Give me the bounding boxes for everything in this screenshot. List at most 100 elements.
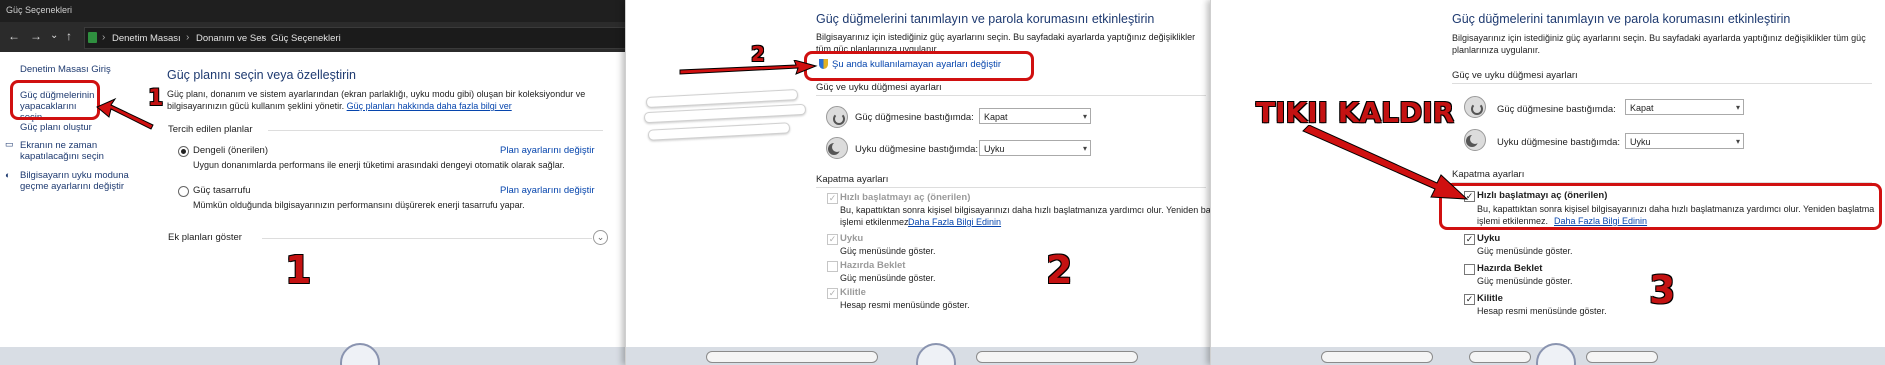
section-label-shutdown: Kapatma ayarları bbox=[816, 174, 889, 185]
page-title: Güç planını seçin veya özelleştirin bbox=[167, 68, 356, 82]
power-button-icon bbox=[1464, 96, 1486, 118]
fast-startup-desc-2: işlemi etkilenmez. bbox=[840, 217, 912, 227]
annotation-highlight-box bbox=[10, 80, 100, 120]
breadcrumb-control-panel[interactable]: Denetim Masası bbox=[112, 33, 181, 44]
radio-power-saver[interactable] bbox=[178, 186, 189, 197]
section-label-buttons: Güç ve uyku düğmesi ayarları bbox=[1452, 70, 1578, 81]
step-number: 2 bbox=[1046, 248, 1073, 292]
show-extra-plans[interactable]: Ek planları göster bbox=[168, 232, 242, 243]
sleep-option-title: Uyku bbox=[1477, 233, 1501, 244]
expand-chevron-icon[interactable]: ⌄ bbox=[593, 230, 608, 245]
divider bbox=[1452, 83, 1872, 84]
hibernate-option-title: Hazırda Beklet bbox=[1477, 263, 1543, 274]
hibernate-option-desc: Güç menüsünde göster. bbox=[1477, 276, 1573, 286]
hibernate-checkbox[interactable] bbox=[827, 261, 838, 272]
lock-option-title: Kilitle bbox=[1477, 293, 1503, 304]
hibernate-option-desc: Güç menüsünde göster. bbox=[840, 273, 936, 283]
taskbar-button bbox=[976, 351, 1138, 363]
step-badge: 1 bbox=[148, 86, 164, 111]
hibernate-checkbox[interactable] bbox=[1464, 264, 1475, 275]
dropdown-chevron-icon: ▾ bbox=[1735, 103, 1740, 112]
recent-locations-icon[interactable]: ⌄ bbox=[50, 30, 58, 42]
change-plan-power-saver-link[interactable]: Plan ayarlarını değiştir bbox=[500, 185, 595, 196]
learn-more-link[interactable]: Daha Fazla Bilgi Edinin bbox=[1554, 216, 1647, 228]
divider bbox=[816, 187, 1206, 188]
power-button-value: Kapat bbox=[984, 112, 1008, 122]
panel-system-settings: Güç düğmelerini tanımlayın ve parola kor… bbox=[625, 0, 1211, 365]
page-title: Güç düğmelerini tanımlayın ve parola kor… bbox=[816, 12, 1155, 26]
sleep-checkbox[interactable]: ✓ bbox=[827, 234, 838, 245]
back-arrow-icon[interactable]: ← bbox=[8, 30, 20, 42]
annotation-arrow-icon bbox=[1302, 125, 1469, 200]
sleep-button-select[interactable]: Uyku ▾ bbox=[1625, 133, 1744, 149]
radio-balanced[interactable] bbox=[178, 146, 189, 157]
divider bbox=[268, 130, 603, 131]
divider bbox=[262, 238, 592, 239]
annotation-arrow-icon bbox=[96, 97, 154, 130]
plan-desc-power-saver: Mümkün olduğunda bilgisayarınızın perfor… bbox=[193, 200, 525, 210]
window-titlebar: Güç Seçenekleri bbox=[0, 0, 625, 22]
sleep-button-select[interactable]: Uyku ▾ bbox=[979, 140, 1091, 156]
change-plan-balanced-link[interactable]: Plan ayarlarını değiştir bbox=[500, 145, 595, 156]
address-toolbar: ← → ⌄ ↑ › Denetim Masası › Donanım ve Se… bbox=[0, 22, 625, 52]
plan-desc-balanced: Uygun donanımlarda performans ile enerji… bbox=[193, 160, 565, 170]
breadcrumb-separator: › bbox=[261, 32, 265, 43]
power-button-label: Güç düğmesine bastığımda: bbox=[855, 112, 974, 123]
change-unavailable-settings-link[interactable]: Şu anda kullanılamayan ayarları değiştir bbox=[832, 59, 1001, 70]
fast-startup-desc-2: işlemi etkilenmez. bbox=[1477, 216, 1549, 226]
sleep-button-label: Uyku düğmesine bastığımda: bbox=[1497, 137, 1621, 148]
sleep-option-desc: Güç menüsünde göster. bbox=[840, 246, 936, 256]
sidebar-control-panel-home[interactable]: Denetim Masası Giriş bbox=[20, 64, 111, 75]
redaction-scribble bbox=[647, 122, 791, 141]
hibernate-option-title: Hazırda Beklet bbox=[840, 260, 906, 271]
step-number: 3 bbox=[1649, 268, 1676, 312]
learn-more-link[interactable]: Daha Fazla Bilgi Edinin bbox=[908, 217, 1001, 229]
sleep-button-value: Uyku bbox=[1630, 137, 1651, 147]
power-button-select[interactable]: Kapat ▾ bbox=[1625, 99, 1744, 115]
power-button-select[interactable]: Kapat ▾ bbox=[979, 108, 1091, 124]
fast-startup-checkbox[interactable]: ✓ bbox=[827, 193, 838, 204]
address-bar[interactable]: › Denetim Masası › Donanım ve Ses › Güç … bbox=[84, 27, 625, 49]
panel-system-settings-unlocked: Güç düğmelerini tanımlayın ve parola kor… bbox=[1210, 0, 1885, 365]
lock-checkbox[interactable]: ✓ bbox=[827, 288, 838, 299]
sidebar-item-display-off[interactable]: Ekranın ne zaman kapatılacağını seçin bbox=[20, 140, 110, 162]
fast-startup-desc: Bu, kapattıktan sonra kişisel bilgisayar… bbox=[840, 205, 1211, 215]
plan-name-power-saver: Güç tasarrufu bbox=[193, 185, 251, 196]
power-button-value: Kapat bbox=[1630, 103, 1654, 113]
sleep-checkbox[interactable]: ✓ bbox=[1464, 234, 1475, 245]
breadcrumb-power-options[interactable]: Güç Seçenekleri bbox=[271, 33, 341, 44]
sleep-option-desc: Güç menüsünde göster. bbox=[1477, 246, 1573, 256]
sleep-button-icon bbox=[826, 137, 848, 159]
annotation-arrow-icon bbox=[679, 60, 818, 75]
taskbar-button bbox=[706, 351, 878, 363]
page-intro: Bilgisayarınız için istediğiniz güç ayar… bbox=[1452, 33, 1866, 55]
up-arrow-icon[interactable]: ↑ bbox=[66, 30, 72, 42]
display-icon: ▭ bbox=[5, 139, 14, 149]
forward-arrow-icon[interactable]: → bbox=[30, 30, 42, 42]
sidebar-item-sleep[interactable]: Bilgisayarın uyku moduna geçme ayarların… bbox=[20, 170, 130, 192]
lock-checkbox[interactable]: ✓ bbox=[1464, 294, 1475, 305]
lock-option-desc: Hesap resmi menüsünde göster. bbox=[1477, 306, 1607, 316]
page-intro: Güç planı, donanım ve sistem ayarlarında… bbox=[167, 88, 602, 112]
fast-startup-desc: Bu, kapattıktan sonra kişisel bilgisayar… bbox=[1477, 204, 1875, 214]
sleep-button-label: Uyku düğmesine bastığımda: bbox=[855, 144, 979, 155]
sleep-option-title: Uyku bbox=[840, 233, 864, 244]
step-number: 1 bbox=[285, 248, 312, 292]
dropdown-chevron-icon: ▾ bbox=[1082, 144, 1087, 153]
taskbar-button bbox=[1586, 351, 1658, 363]
window-title: Güç Seçenekleri bbox=[6, 5, 73, 15]
breadcrumb-separator: › bbox=[102, 32, 106, 43]
dropdown-chevron-icon: ▾ bbox=[1082, 112, 1087, 121]
divider bbox=[816, 95, 1206, 96]
learn-more-link[interactable]: Güç planları hakkında daha fazla bilgi v… bbox=[347, 101, 512, 111]
breadcrumb-hardware-sound[interactable]: Donanım ve Ses bbox=[196, 33, 266, 44]
moon-icon: ◐ bbox=[5, 170, 11, 180]
sleep-button-value: Uyku bbox=[984, 144, 1005, 154]
dropdown-chevron-icon: ▾ bbox=[1735, 137, 1740, 146]
sidebar-item-create-plan[interactable]: Güç planı oluştur bbox=[20, 122, 100, 133]
plan-name-balanced: Dengeli (önerilen) bbox=[193, 145, 268, 156]
uac-shield-icon bbox=[819, 59, 828, 69]
taskbar-button bbox=[1469, 351, 1531, 363]
control-panel-icon bbox=[88, 32, 97, 43]
page-title: Güç düğmelerini tanımlayın ve parola kor… bbox=[1452, 12, 1791, 26]
